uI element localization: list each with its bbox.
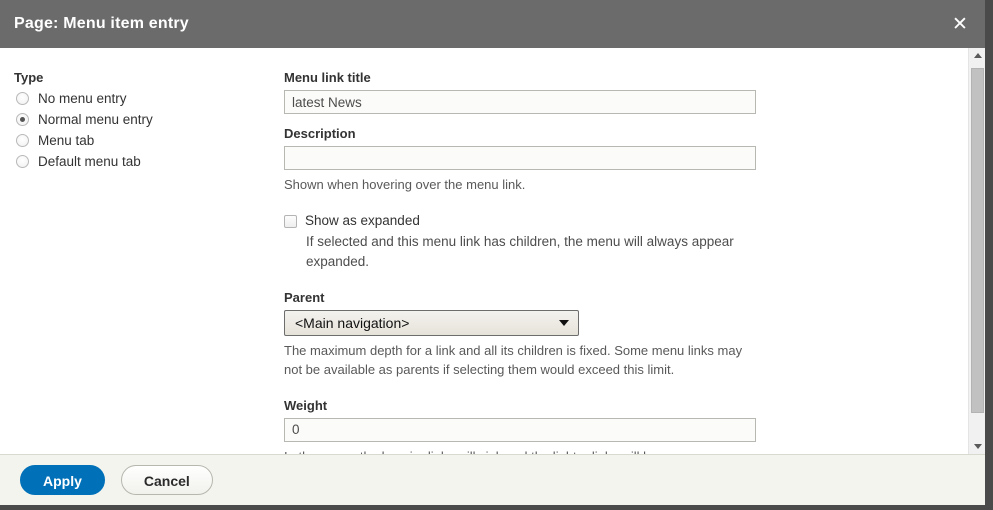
- parent-select[interactable]: <Main navigation>: [284, 309, 579, 336]
- radio-label[interactable]: Normal menu entry: [38, 112, 153, 127]
- description-label: Description: [284, 126, 356, 141]
- show-expanded-group: Show as expanded If selected and this me…: [284, 213, 940, 272]
- dialog-footer: Apply Cancel: [0, 454, 985, 505]
- dialog-body: Type No menu entry Normal menu entry Men…: [0, 48, 985, 454]
- parent-label: Parent: [284, 289, 325, 305]
- menu-item-entry-dialog: Page: Menu item entry ✕ Type No menu ent…: [0, 0, 985, 505]
- menu-link-title-group: Menu link title: [284, 70, 940, 114]
- radio-icon[interactable]: [16, 155, 29, 168]
- dialog-title: Page: Menu item entry: [14, 15, 189, 32]
- scroll-down-button[interactable]: [969, 437, 985, 454]
- weight-input[interactable]: [284, 417, 756, 442]
- radio-option-no-menu-entry[interactable]: No menu entry: [16, 91, 284, 106]
- description-group: Description Shown when hovering over the…: [284, 126, 940, 195]
- show-expanded-label[interactable]: Show as expanded: [305, 213, 420, 228]
- scroll-up-button[interactable]: [969, 48, 985, 65]
- radio-icon-selected[interactable]: [16, 113, 29, 126]
- radio-icon[interactable]: [16, 92, 29, 105]
- cancel-button[interactable]: Cancel: [120, 465, 213, 495]
- menu-link-title-label: Menu link title: [284, 70, 371, 85]
- vertical-scrollbar[interactable]: [968, 48, 985, 454]
- weight-label: Weight: [284, 397, 328, 413]
- radio-option-default-menu-tab[interactable]: Default menu tab: [16, 154, 284, 169]
- menu-link-title-input[interactable]: [284, 90, 756, 114]
- radio-icon[interactable]: [16, 134, 29, 147]
- radio-label[interactable]: Menu tab: [38, 133, 94, 148]
- fields-column: Menu link title Description Shown when h…: [284, 48, 960, 454]
- scrollbar-thumb[interactable]: [971, 68, 984, 413]
- parent-select-wrap: <Main navigation>: [284, 309, 579, 336]
- checkbox-icon[interactable]: [284, 214, 297, 228]
- parent-group: Parent <Main navigation> The maximum dep…: [284, 290, 940, 380]
- weight-group: Weight In the menu, the heavier links wi…: [284, 397, 940, 455]
- radio-label[interactable]: Default menu tab: [38, 154, 141, 169]
- type-label: Type: [14, 70, 44, 85]
- radio-label[interactable]: No menu entry: [38, 91, 127, 106]
- chevron-down-icon: [973, 443, 982, 449]
- description-input[interactable]: [284, 146, 756, 170]
- chevron-up-icon: [973, 52, 982, 58]
- description-help: Shown when hovering over the menu link.: [284, 177, 526, 192]
- close-icon[interactable]: ✕: [949, 13, 971, 35]
- radio-option-normal-menu-entry[interactable]: Normal menu entry: [16, 112, 284, 127]
- show-expanded-help: If selected and this menu link has child…: [306, 233, 734, 269]
- weight-help: In the menu, the heavier links will sink…: [284, 447, 756, 455]
- dialog-header: Page: Menu item entry ✕: [0, 0, 985, 48]
- parent-help: The maximum depth for a link and all its…: [284, 342, 743, 378]
- show-expanded-row[interactable]: Show as expanded: [284, 213, 940, 228]
- type-column: Type No menu entry Normal menu entry Men…: [0, 48, 284, 454]
- screen: Page: Menu item entry ✕ Type No menu ent…: [0, 0, 993, 510]
- form-content: Type No menu entry Normal menu entry Men…: [0, 48, 960, 454]
- apply-button[interactable]: Apply: [20, 465, 105, 495]
- radio-option-menu-tab[interactable]: Menu tab: [16, 133, 284, 148]
